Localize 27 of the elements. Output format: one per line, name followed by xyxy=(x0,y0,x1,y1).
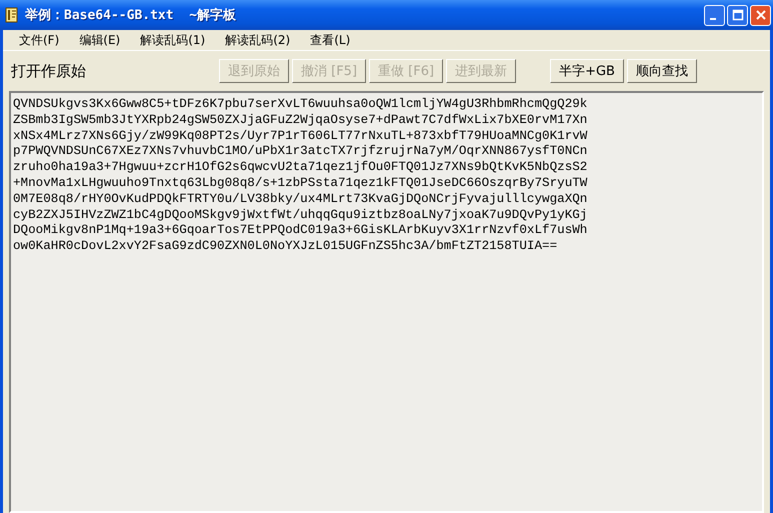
text-line: ow0KaHR0cDovL2xvY2FsaG9zdC90ZXN0L0NoYXJzL015UGFnZS5hc3A/bmFtZT2158TUIA== xyxy=(13,239,558,255)
toolbar-label: 打开作原始 xyxy=(11,62,87,80)
text-line: p7PWQVNDSUnC67XEz7XNs7vhuvbC1MO/uPbX1r3atcTX7rjfzrujrNa7yM/OqrXNN867ysfT0NCn xyxy=(13,144,588,160)
window-title: 举例：Base64--GB.txt ~解字板 xyxy=(25,6,238,24)
menu-item[interactable]: 文件(F) xyxy=(9,32,70,48)
text-line: 0M7E08q8/rHY0OvKudPDQkFTRTY0u/LV38bky/ux4MLrt73KvaGjDQoNCrjFyvajulllcywgaXQn xyxy=(13,192,588,208)
close-icon xyxy=(754,9,766,21)
close-button[interactable] xyxy=(750,4,771,26)
menu-item[interactable]: 解读乱码(2) xyxy=(215,32,300,48)
text-editor[interactable] xyxy=(9,91,764,513)
minimize-button[interactable] xyxy=(704,4,725,26)
maximize-icon xyxy=(732,9,744,21)
toolbar-button[interactable]: 顺向查找 xyxy=(626,59,697,83)
text-line: +MnovMa1xLHgwuuho9Tnxtq63Lbg08q8/s+1zbPSsta71qez1kFTQ01JseDC66OszqrBy7SryuTW xyxy=(13,176,588,192)
toolbar-button[interactable]: 半字+GB xyxy=(550,59,624,83)
text-line: ZSBmb3IgSW5mb3JtYXRpb24gSW50ZXJjaGFuZ2WjqaOsyse7+dPawt7C7dfWxLix7bXE0rvM17Xn xyxy=(13,112,588,129)
text-line: QVNDSUkgvs3Kx6Gww8C5+tDFz6K7pbu7serXvLT6wuuhsa0oQW1lcmljYW4gU3RhbmRhcmQgQ29k xyxy=(13,97,588,113)
text-line: xNSx4MLrz7XNs6Gjy/zW99Kq08PT2s/Uyr7P1rT606LT77rNxuTL+873xbfT79HUoaMNCg0K1rvW xyxy=(13,128,588,144)
menu-item[interactable]: 解读乱码(1) xyxy=(130,32,216,48)
menu-item[interactable]: 查看(L) xyxy=(300,32,360,48)
notepad-icon xyxy=(4,7,20,23)
text-line: zruho0ha19a3+7Hgwuu+zcrH1OfG2s6qwcvU2ta71qez1jfOu0FTQ01Jz7XNs9bQtKvK5NbQzsS2 xyxy=(13,160,588,176)
text-line: cyB2ZXJ5IHVzZWZ1bC4gDQooMSkgv9jWxtfWt/uhqqGqu9iztbz8oaLNy7jxoaK7u9DQvPy1yKGj xyxy=(13,208,588,224)
minimize-icon xyxy=(710,18,716,20)
maximize-button[interactable] xyxy=(727,4,748,26)
menu-item[interactable]: 编辑(E) xyxy=(69,32,130,48)
text-line: DQooMikgv8nP1Mq+19a3+6GqoarTos7EtPPQodC019a3+6GisKLArbKuyv3X1rrNzvf0xLf7usWh xyxy=(13,223,588,240)
